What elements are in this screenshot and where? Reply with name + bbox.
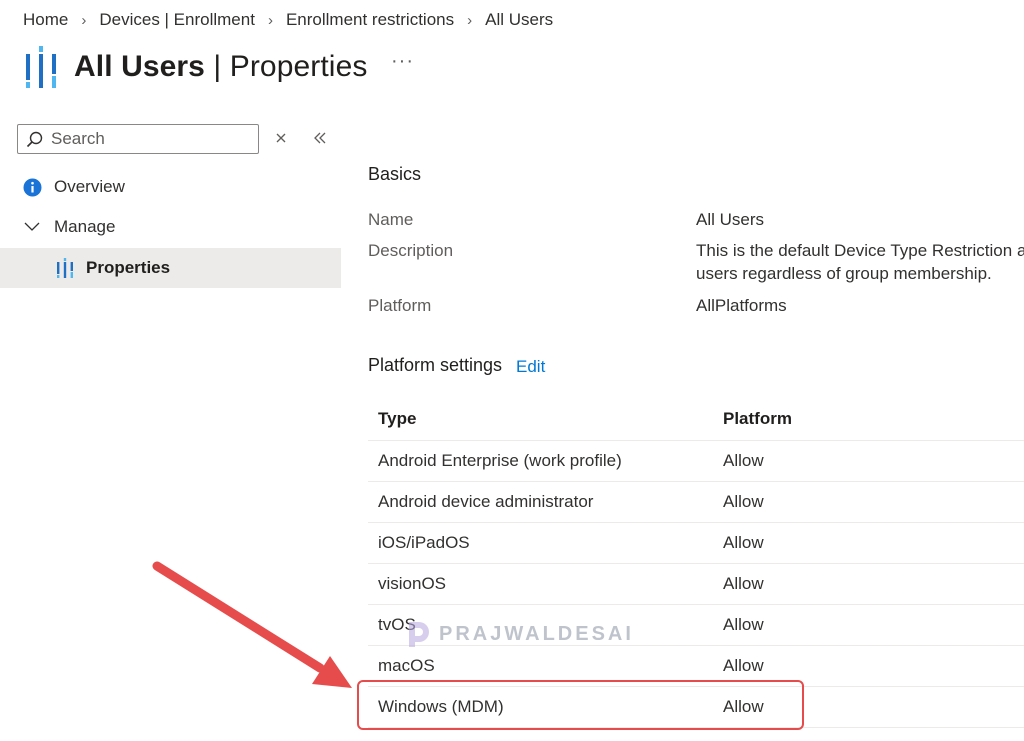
sidebar-item-label: Manage: [54, 217, 116, 236]
table-row: iOS/iPadOS Allow: [368, 523, 1024, 564]
properties-icon: [26, 46, 56, 88]
platform-settings-heading: Platform settings: [368, 355, 503, 375]
breadcrumb: Home › Devices | Enrollment › Enrollment…: [23, 8, 553, 32]
row-platform: Allow: [723, 451, 764, 470]
search-field: [17, 124, 259, 154]
breadcrumb-devices-enrollment[interactable]: Devices | Enrollment: [99, 10, 255, 30]
sidebar-group-manage[interactable]: Manage: [24, 212, 115, 242]
basics-heading: Basics: [368, 164, 422, 184]
row-type: visionOS: [378, 574, 447, 593]
page-title-name: All Users: [74, 50, 205, 83]
row-platform: Allow: [723, 574, 764, 593]
breadcrumb-enrollment-restrictions[interactable]: Enrollment restrictions: [286, 10, 454, 30]
page-title: All Users | Properties: [74, 50, 367, 84]
breadcrumb-all-users[interactable]: All Users: [485, 10, 553, 30]
column-header-type: Type: [378, 409, 417, 428]
row-platform: Allow: [723, 615, 764, 634]
properties-icon: [57, 258, 73, 278]
info-icon: [23, 178, 42, 196]
more-options-button[interactable]: ···: [391, 50, 414, 73]
row-type: Android Enterprise (work profile): [378, 451, 622, 470]
page-header: All Users | Properties: [24, 44, 367, 90]
watermark: PRAJWALDESAI: [403, 619, 634, 649]
row-platform: Allow: [723, 656, 764, 675]
table-row: Android Enterprise (work profile) Allow: [368, 441, 1024, 482]
row-type: Android device administrator: [378, 492, 594, 511]
row-type: iOS/iPadOS: [378, 533, 470, 552]
breadcrumb-home[interactable]: Home: [23, 10, 68, 30]
search-input[interactable]: [49, 128, 243, 150]
page-title-suffix: | Properties: [204, 50, 368, 83]
description-value-line2: users regardless of group membership.: [696, 264, 992, 283]
search-icon: [26, 131, 43, 147]
platform-value: AllPlatforms: [696, 296, 787, 315]
breadcrumb-separator-icon: ›: [467, 11, 473, 29]
breadcrumb-separator-icon: ›: [81, 11, 87, 29]
row-platform: Allow: [723, 533, 764, 552]
platform-settings-table: Type Platform Android Enterprise (work p…: [368, 398, 1024, 728]
clear-search-icon[interactable]: [275, 131, 287, 145]
watermark-logo-icon: [409, 622, 429, 647]
name-label: Name: [368, 210, 414, 229]
edit-link[interactable]: Edit: [516, 357, 545, 377]
table-row: Android device administrator Allow: [368, 482, 1024, 523]
sidebar-item-label: Overview: [54, 177, 125, 196]
watermark-text: PRAJWALDESAI: [439, 622, 634, 645]
sidebar-item-overview[interactable]: Overview: [23, 172, 125, 202]
sidebar-item-label: Properties: [86, 258, 171, 277]
description-label: Description: [368, 241, 454, 260]
name-value: All Users: [696, 210, 765, 229]
sidebar-item-properties[interactable]: Properties: [0, 248, 341, 288]
highlight-box: [357, 680, 804, 730]
table-header: Type Platform: [368, 398, 1024, 441]
row-platform: Allow: [723, 492, 764, 511]
breadcrumb-separator-icon: ›: [267, 11, 273, 29]
row-type: macOS: [378, 656, 435, 675]
chevron-down-icon: [24, 222, 40, 231]
table-row: visionOS Allow: [368, 564, 1024, 605]
column-header-platform: Platform: [723, 409, 792, 428]
platform-label: Platform: [368, 296, 432, 315]
collapse-sidebar-icon[interactable]: [313, 131, 327, 145]
description-value-line1: This is the default Device Type Restrict…: [696, 241, 1024, 260]
